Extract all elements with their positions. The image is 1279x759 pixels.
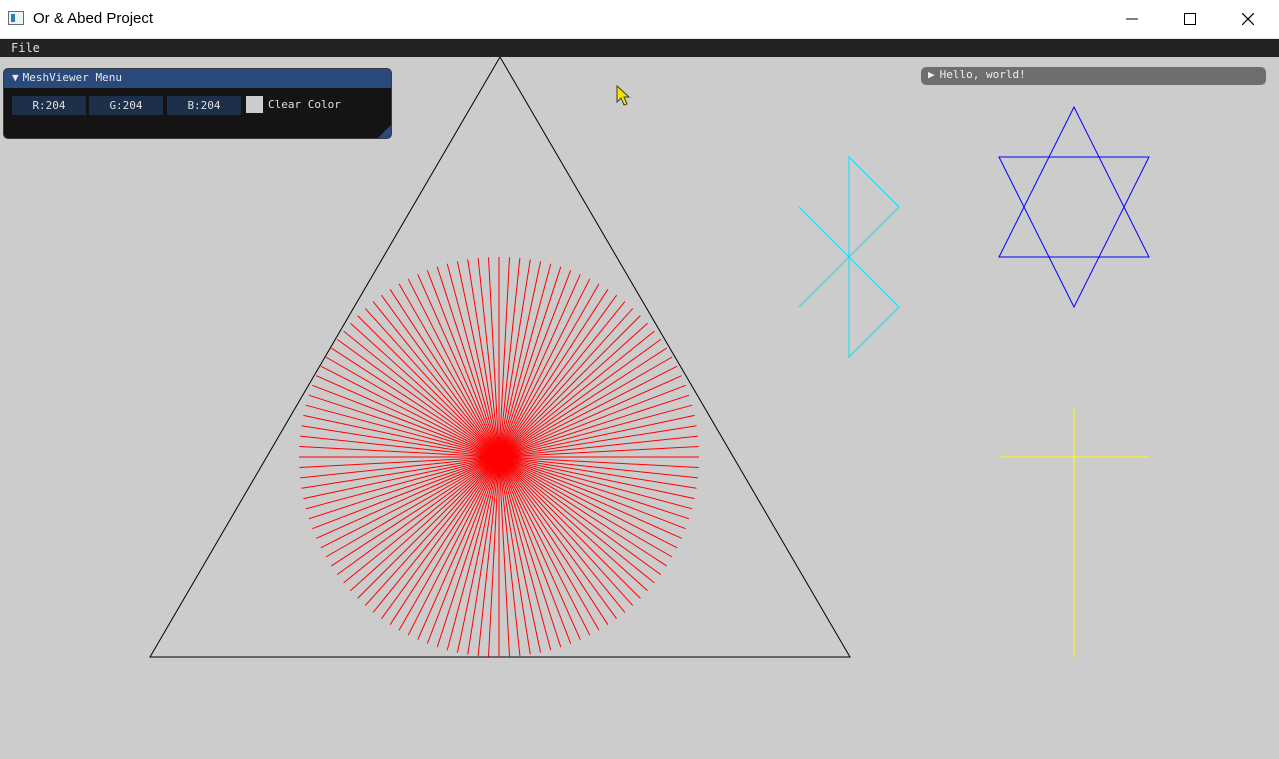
starburst-line — [436, 456, 500, 648]
starburst-line — [308, 394, 500, 458]
star-triangle-up — [998, 105, 1150, 258]
starburst-line — [316, 456, 500, 539]
window-title: Or & Abed Project — [33, 10, 154, 27]
starburst-line — [498, 456, 690, 520]
starburst-line — [498, 456, 682, 539]
starburst-line — [498, 274, 581, 458]
starburst-line — [308, 456, 500, 520]
starburst-line — [498, 456, 641, 599]
starburst-lines — [299, 257, 699, 657]
clear-color-label: Clear Color — [268, 98, 341, 111]
maximize-button[interactable] — [1161, 0, 1219, 38]
maximize-icon — [1184, 13, 1196, 25]
menu-bar: File — [0, 39, 1279, 57]
meshviewer-menu-title: MeshViewer Menu — [22, 71, 122, 84]
menu-file[interactable]: File — [11, 41, 40, 55]
starburst-line — [357, 456, 500, 599]
window-titlebar[interactable]: Or & Abed Project — [0, 0, 1279, 39]
mouse-cursor-icon — [616, 85, 631, 106]
starburst-line — [498, 266, 562, 458]
starburst-line — [498, 375, 682, 458]
color-r-field[interactable]: R:204 — [12, 96, 86, 115]
starburst-line — [498, 456, 562, 648]
star-triangle-down — [998, 156, 1150, 309]
triangle-outline — [149, 57, 851, 658]
color-b-field[interactable]: B:204 — [167, 96, 241, 115]
resize-grip[interactable] — [378, 125, 391, 138]
close-button[interactable] — [1219, 0, 1277, 38]
meshviewer-menu-window[interactable]: ▼ MeshViewer Menu R:204 G:204 B:204 Clear… — [3, 68, 392, 139]
color-g-field[interactable]: G:204 — [89, 96, 163, 115]
starburst-line — [316, 375, 500, 458]
minimize-icon — [1126, 18, 1138, 20]
bluetooth-symbol — [798, 155, 900, 359]
triangle-down-icon[interactable]: ▼ — [12, 71, 19, 84]
meshviewer-menu-titlebar[interactable]: ▼ MeshViewer Menu — [4, 69, 391, 88]
app-icon — [8, 11, 24, 25]
triangle-right-icon[interactable]: ▶ — [928, 68, 935, 81]
hello-world-title: Hello, world! — [939, 68, 1026, 81]
hello-world-window[interactable]: ▶ Hello, world! — [921, 67, 1266, 85]
minimize-button[interactable] — [1103, 0, 1161, 38]
close-icon — [1242, 13, 1254, 25]
starburst-line — [498, 456, 581, 640]
starburst-line — [498, 394, 690, 458]
starburst-line — [357, 315, 500, 458]
render-canvas[interactable] — [0, 57, 1279, 759]
clear-color-swatch[interactable] — [246, 96, 263, 113]
starburst-line — [417, 456, 500, 640]
starburst-line — [417, 274, 500, 458]
starburst-line — [436, 266, 500, 458]
starburst-line — [498, 315, 641, 458]
